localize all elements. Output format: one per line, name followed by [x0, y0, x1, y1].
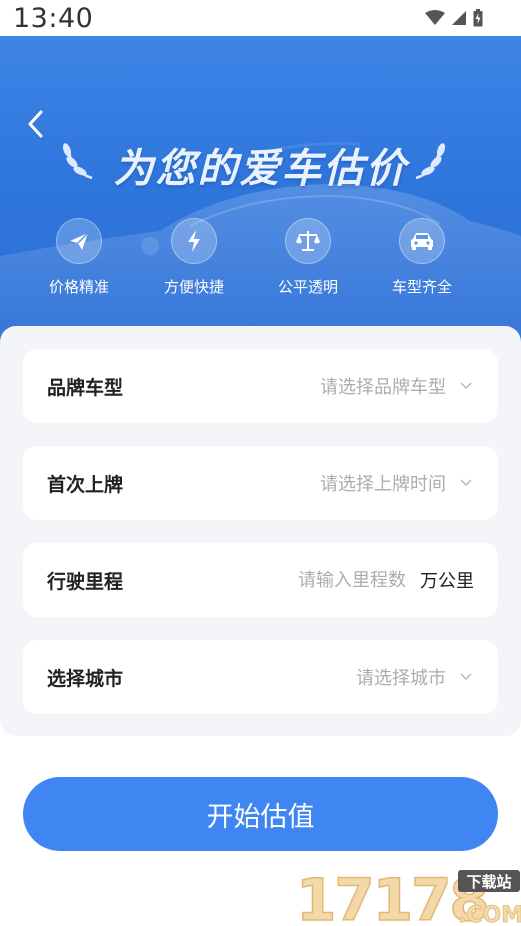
city-placeholder: 请选择城市	[356, 668, 446, 689]
city-select[interactable]: 请选择城市	[356, 664, 474, 690]
site-watermark-logo: 17178 下载站 .COM	[296, 865, 521, 926]
paper-plane-icon	[70, 232, 89, 250]
feature-convenient: 方便快捷	[144, 218, 244, 297]
start-valuation-button[interactable]: 开始估值	[23, 777, 498, 851]
feature-label: 价格精准	[48, 278, 109, 296]
laurel-right-icon	[415, 143, 446, 180]
battery-icon	[473, 9, 483, 27]
balance-scale-icon	[296, 231, 320, 251]
lightning-icon	[188, 230, 200, 252]
status-time: 13:40	[13, 2, 94, 34]
feature-price-accurate: 价格精准	[29, 218, 129, 297]
first-registration-select[interactable]: 请选择上牌时间	[320, 470, 474, 496]
first-registration-label: 首次上牌	[47, 473, 124, 496]
chevron-down-icon	[460, 478, 474, 488]
chevron-down-icon	[460, 672, 474, 682]
valuation-form: 品牌车型 请选择品牌车型 首次上牌 请选择上牌时间 行驶里程 万公里 选择城市 …	[0, 326, 521, 736]
brand-model-select[interactable]: 请选择品牌车型	[320, 373, 474, 399]
cell-signal-icon	[452, 11, 466, 25]
watermark-tag: 下载站	[466, 873, 511, 891]
feature-all-models: 车型齐全	[372, 218, 472, 297]
status-icons	[425, 9, 483, 27]
car-icon	[411, 233, 433, 250]
brand-model-row[interactable]: 品牌车型 请选择品牌车型	[23, 349, 498, 423]
mileage-input[interactable]	[266, 569, 406, 591]
watermark-domain: .COM	[458, 903, 521, 926]
chevron-down-icon	[460, 381, 474, 391]
status-bar: 13:40	[0, 0, 521, 36]
mileage-input-group: 万公里	[266, 567, 474, 593]
city-label: 选择城市	[47, 667, 124, 690]
feature-label: 公平透明	[277, 278, 338, 296]
feature-icon-circle	[171, 218, 217, 264]
mileage-label: 行驶里程	[47, 570, 124, 593]
feature-label: 方便快捷	[163, 278, 224, 296]
brand-model-label: 品牌车型	[47, 376, 124, 399]
feature-icon-circle	[399, 218, 445, 264]
feature-label: 车型齐全	[391, 278, 452, 296]
chevron-left-icon	[28, 110, 43, 138]
car-background-illustration	[0, 142, 521, 356]
feature-icon-circle	[285, 218, 331, 264]
city-row[interactable]: 选择城市 请选择城市	[23, 640, 498, 714]
feature-list: 价格精准 方便快捷 公平透明 车型齐全	[0, 218, 521, 308]
mileage-unit: 万公里	[420, 571, 474, 592]
mileage-row: 行驶里程 万公里	[23, 543, 498, 617]
brand-model-placeholder: 请选择品牌车型	[320, 377, 446, 398]
first-registration-placeholder: 请选择上牌时间	[320, 474, 446, 495]
feature-icon-circle	[56, 218, 102, 264]
feature-fair-transparent: 公平透明	[258, 218, 358, 297]
wifi-icon	[425, 10, 445, 25]
hero-banner: 为您的爱车估价 价格精准 方便快捷 公平透明 车型齐全	[0, 36, 521, 356]
first-registration-row[interactable]: 首次上牌 请选择上牌时间	[23, 446, 498, 520]
